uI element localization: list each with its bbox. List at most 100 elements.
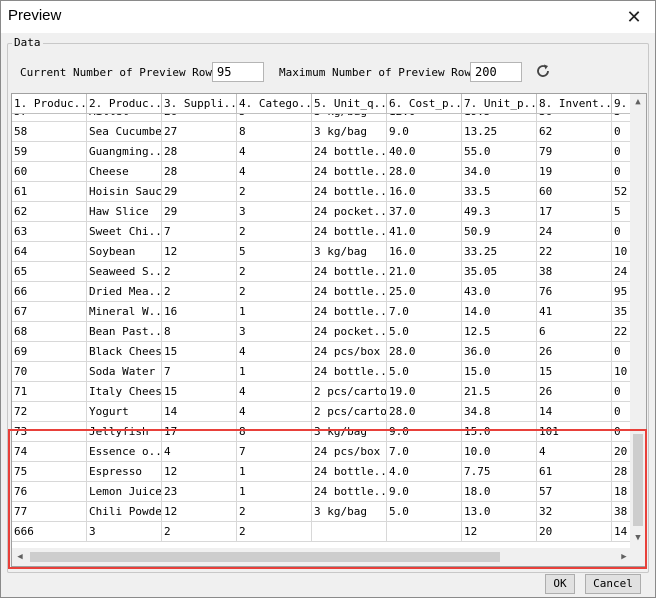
table-row[interactable]: 61 Hoisin Sauce 29 2 24 bottle... 16.0 33.5 60 5… xyxy=(12,182,632,202)
table-cell[interactable]: 14 xyxy=(162,402,237,422)
table-cell[interactable]: 28 xyxy=(162,162,237,182)
table-cell[interactable]: 60 xyxy=(537,182,612,202)
table-cell[interactable]: 26 xyxy=(537,382,612,402)
table-cell[interactable]: 35.05 xyxy=(462,262,537,282)
table-cell[interactable]: 72 xyxy=(12,402,87,422)
table-cell[interactable]: 2 xyxy=(237,222,312,242)
table-cell[interactable]: 24 bottle... xyxy=(312,222,387,242)
table-cell[interactable]: 24 bottle... xyxy=(312,262,387,282)
table-cell[interactable]: 7.75 xyxy=(462,462,537,482)
table-cell[interactable]: 25.0 xyxy=(387,282,462,302)
table-row[interactable]: 72 Yogurt 14 4 2 pcs/carton 28.0 34.8 14 0 xyxy=(12,402,632,422)
table-cell[interactable]: 21.5 xyxy=(462,382,537,402)
data-grid[interactable]: 1. Produc... 2. Produc... 3. Suppli... 4. C… xyxy=(11,93,647,567)
table-cell[interactable]: 0 xyxy=(612,402,632,422)
table-cell[interactable]: 24 pocket... xyxy=(312,322,387,342)
table-cell[interactable]: 61 xyxy=(537,462,612,482)
table-cell[interactable] xyxy=(387,522,462,542)
table-cell[interactable]: 1 xyxy=(237,462,312,482)
table-cell[interactable]: 24 xyxy=(612,262,632,282)
table-cell[interactable]: 41 xyxy=(537,302,612,322)
table-cell[interactable]: 18.0 xyxy=(462,482,537,502)
table-cell[interactable]: 2 xyxy=(162,282,237,302)
table-row[interactable]: 73 Jellyfish 17 8 3 kg/bag 9.0 15.0 101 0 xyxy=(12,422,632,442)
table-cell[interactable]: 57 xyxy=(12,114,87,122)
scroll-down-icon[interactable]: ▼ xyxy=(630,530,646,546)
table-cell[interactable]: 4.0 xyxy=(387,462,462,482)
vertical-scroll-thumb[interactable] xyxy=(633,434,643,526)
table-cell[interactable]: Cheese xyxy=(87,162,162,182)
table-cell[interactable]: 60 xyxy=(12,162,87,182)
table-cell[interactable]: 24 xyxy=(537,222,612,242)
table-cell[interactable]: 64 xyxy=(12,242,87,262)
table-row[interactable]: 75 Espresso 12 1 24 bottle... 4.0 7.75 61 28 xyxy=(12,462,632,482)
table-cell[interactable]: 7 xyxy=(237,442,312,462)
table-cell[interactable]: 62 xyxy=(537,122,612,142)
table-cell[interactable]: 23 xyxy=(162,482,237,502)
table-cell[interactable]: 2 xyxy=(237,522,312,542)
table-cell[interactable]: 74 xyxy=(12,442,87,462)
table-cell[interactable]: 55.0 xyxy=(462,142,537,162)
table-cell[interactable]: 7 xyxy=(162,222,237,242)
table-cell[interactable]: 19.5 xyxy=(462,114,537,122)
table-cell[interactable]: 52 xyxy=(612,182,632,202)
table-cell[interactable]: 58 xyxy=(12,122,87,142)
table-cell[interactable]: 2 xyxy=(237,262,312,282)
table-cell[interactable]: 10 xyxy=(612,362,632,382)
table-cell[interactable]: 2 xyxy=(237,502,312,522)
table-cell[interactable]: 69 xyxy=(12,342,87,362)
table-cell[interactable]: 12 xyxy=(462,522,537,542)
table-cell[interactable]: Sweet Chi... xyxy=(87,222,162,242)
cancel-button[interactable]: Cancel xyxy=(585,574,641,594)
table-cell[interactable]: 24 pcs/box xyxy=(312,342,387,362)
table-cell[interactable]: Espresso xyxy=(87,462,162,482)
table-cell[interactable]: 0 xyxy=(612,142,632,162)
table-row[interactable]: 70 Soda Water 7 1 24 bottle... 5.0 15.0 15 10 xyxy=(12,362,632,382)
table-cell[interactable]: 3 kg/bag xyxy=(312,122,387,142)
table-cell[interactable]: 4 xyxy=(237,142,312,162)
table-cell[interactable]: 38 xyxy=(537,262,612,282)
table-cell[interactable]: Sea Cucumber xyxy=(87,122,162,142)
table-cell[interactable]: 4 xyxy=(237,162,312,182)
table-cell[interactable]: 19 xyxy=(537,162,612,182)
table-cell[interactable]: 3 xyxy=(612,114,632,122)
column-header[interactable]: 6. Cost_p... xyxy=(387,94,462,114)
table-cell[interactable]: 75 xyxy=(12,462,87,482)
table-cell[interactable]: 24 bottle... xyxy=(312,182,387,202)
table-cell[interactable]: Dried Mea... xyxy=(87,282,162,302)
table-cell[interactable]: 0 xyxy=(612,342,632,362)
table-cell[interactable]: 2 xyxy=(237,282,312,302)
table-cell[interactable]: 8 xyxy=(162,322,237,342)
table-cell[interactable]: 15.0 xyxy=(462,362,537,382)
vertical-scrollbar[interactable]: ▲ ▼ xyxy=(630,94,646,548)
table-cell[interactable]: 24 bottle... xyxy=(312,282,387,302)
table-cell[interactable]: 63 xyxy=(12,222,87,242)
table-cell[interactable]: 6 xyxy=(537,322,612,342)
table-cell[interactable]: 50.9 xyxy=(462,222,537,242)
table-cell[interactable]: 12 xyxy=(162,242,237,262)
table-cell[interactable]: 20 xyxy=(537,522,612,542)
table-cell[interactable]: Italy Cheese xyxy=(87,382,162,402)
table-cell[interactable]: 3 xyxy=(237,322,312,342)
table-cell[interactable]: 76 xyxy=(12,482,87,502)
table-cell[interactable]: 2 xyxy=(162,522,237,542)
column-header[interactable]: 3. Suppli... xyxy=(162,94,237,114)
table-cell[interactable]: 14.0 xyxy=(462,302,537,322)
table-cell[interactable]: Haw Slice xyxy=(87,202,162,222)
table-cell[interactable]: Chili Powder xyxy=(87,502,162,522)
close-icon[interactable]: ✕ xyxy=(621,5,647,29)
table-cell[interactable]: 34.0 xyxy=(462,162,537,182)
table-cell[interactable]: 22 xyxy=(537,242,612,262)
table-row[interactable]: 65 Seaweed S... 2 2 24 bottle... 21.0 35.05 38 2… xyxy=(12,262,632,282)
table-cell[interactable]: 3 xyxy=(87,522,162,542)
table-cell[interactable]: 5.0 xyxy=(387,322,462,342)
table-cell[interactable]: 24 pocket... xyxy=(312,202,387,222)
ok-button[interactable]: OK xyxy=(545,574,575,594)
table-cell[interactable]: 12.0 xyxy=(387,114,462,122)
table-cell[interactable]: 32 xyxy=(537,502,612,522)
table-cell[interactable]: 9.0 xyxy=(387,122,462,142)
table-cell[interactable]: 21.0 xyxy=(387,262,462,282)
table-cell[interactable]: 38 xyxy=(612,502,632,522)
table-cell[interactable]: Mineral W... xyxy=(87,302,162,322)
table-cell[interactable]: 27 xyxy=(162,122,237,142)
